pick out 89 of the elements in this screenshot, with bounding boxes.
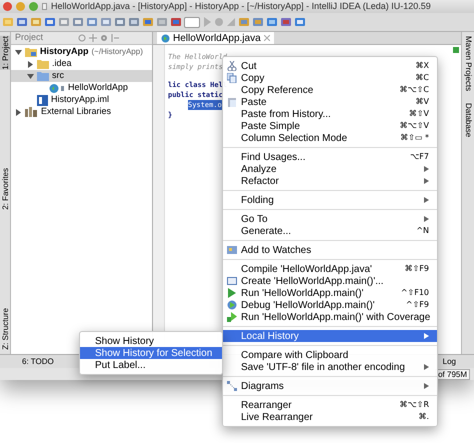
tool-window-tab[interactable]: 2: Favorites <box>0 168 10 210</box>
tree-item[interactable]: src <box>11 70 152 82</box>
tree-label: HistoryApp.iml <box>51 93 110 106</box>
tree-label: .idea <box>52 57 72 70</box>
todo-tab[interactable]: 6: TODO <box>22 356 54 368</box>
shortcut-label: ^⇧F10 <box>400 287 429 299</box>
document-icon <box>42 3 47 10</box>
run-config-dropdown[interactable] <box>184 16 200 28</box>
tree-label: src <box>52 69 64 82</box>
menu-item[interactable]: Run 'HelloWorldApp.main()' ^⇧F10 <box>223 287 437 299</box>
menu-item[interactable]: Diagrams <box>223 380 437 392</box>
menu-item[interactable]: Find Usages... ⌥F7 <box>223 151 437 163</box>
status-indicator-icon <box>453 47 459 53</box>
menu-item[interactable]: Create 'HelloWorldApp.main()'... <box>223 275 437 287</box>
event-log-tab[interactable]: Log <box>442 356 456 368</box>
tool-window-tab[interactable]: Z: Structure <box>0 308 10 350</box>
shortcut-label: ⌘V <box>416 96 429 108</box>
tool-window-tab[interactable]: Database <box>462 103 474 138</box>
class-icon <box>161 34 170 42</box>
menu-item[interactable]: Save 'UTF-8' file in another encoding <box>223 361 437 373</box>
shortcut-label: ⌥F7 <box>410 151 429 163</box>
menu-item[interactable]: Copy ⌘C <box>223 72 437 84</box>
menu-item[interactable]: Paste Simple ⌘⌥⇧V <box>223 120 437 132</box>
close-icon[interactable] <box>264 35 270 41</box>
menu-item[interactable]: Column Selection Mode ⌘⇧▭ * <box>223 132 437 144</box>
collapsed-arrow-icon[interactable] <box>15 108 22 116</box>
menu-item[interactable]: Cut ⌘X <box>223 60 437 72</box>
editor-tab[interactable]: HelloWorldApp.java <box>157 32 274 44</box>
module-folder-icon <box>25 47 37 57</box>
module-file-icon <box>37 94 48 106</box>
menu-item[interactable]: Go To <box>223 213 437 225</box>
tree-label: External Libraries <box>41 105 112 118</box>
gear-icon[interactable] <box>100 34 108 42</box>
menu-item[interactable]: Paste from History... ⌘⇧V <box>223 108 437 120</box>
memory-indicator: of 795M <box>435 368 470 380</box>
shortcut-label: ⌘⌥⇧R <box>400 399 429 411</box>
menu-item[interactable]: Generate... ^N <box>223 225 437 237</box>
menu-item[interactable]: Analyze <box>223 163 437 175</box>
plus-icon[interactable] <box>89 34 97 42</box>
tool-window-tab[interactable]: Maven Projects <box>462 36 474 92</box>
menu-item[interactable]: Put Label... <box>80 359 222 371</box>
tree-path: (~/HistoryApp) <box>92 46 143 58</box>
shortcut-label: ⌘C <box>415 72 429 84</box>
libraries-icon <box>25 107 38 117</box>
watch-icon <box>227 245 237 255</box>
menu-item[interactable]: Run 'HelloWorldApp.main()' with Coverage <box>223 311 437 323</box>
hide-icon[interactable] <box>111 34 119 42</box>
tree-item[interactable]: .idea <box>11 58 152 70</box>
menu-item[interactable]: Local History <box>223 330 437 342</box>
menu-item[interactable]: Show History <box>80 335 222 347</box>
tree-label: HelloWorldApp <box>68 81 128 94</box>
clipboard-icon <box>227 97 237 107</box>
window-title: HelloWorldApp.java - [HistoryApp] - HistoryApp - [~/HistoryApp] - IntelliJ IDEA (Leda) IU-120.59 <box>51 0 431 13</box>
shortcut-label: ^⇧F9 <box>406 299 429 311</box>
zoom-button[interactable] <box>29 2 38 11</box>
minimize-button[interactable] <box>16 2 25 11</box>
shortcut-label: ⌘⇧▭ * <box>400 132 429 144</box>
tree-label: HistoryApp <box>40 45 89 58</box>
play-icon[interactable] <box>202 17 212 27</box>
shortcut-label: ⌘. <box>418 411 429 423</box>
target-icon[interactable] <box>78 34 86 42</box>
menu-item[interactable]: Paste ⌘V <box>223 96 437 108</box>
menu-item[interactable]: Compare with Clipboard <box>223 349 437 361</box>
close-button[interactable] <box>3 2 12 11</box>
menu-item[interactable]: Compile 'HelloWorldApp.java' ⌘⇧F9 <box>223 263 437 275</box>
tree-item[interactable]: External Libraries <box>11 106 152 118</box>
shortcut-label: ^N <box>416 225 429 237</box>
tree-item[interactable]: HelloWorldApp <box>11 82 152 94</box>
shortcut-label: ⌘⇧F9 <box>404 263 429 275</box>
shortcut-label: ⌘X <box>416 60 429 72</box>
tree-item[interactable]: HistoryApp.iml <box>11 94 152 106</box>
expanded-arrow-icon[interactable] <box>27 72 34 80</box>
menu-item[interactable]: Live Rearranger ⌘. <box>223 411 437 423</box>
menu-item[interactable]: Debug 'HelloWorldApp.main()' ^⇧F9 <box>223 299 437 311</box>
shortcut-label: ⌘⌥⇧V <box>400 120 429 132</box>
diagram-icon <box>227 381 237 391</box>
tool-window-tab[interactable]: 1: Project <box>0 36 10 70</box>
tree-item[interactable]: HistoryApp (~/HistoryApp) <box>11 46 152 58</box>
expanded-arrow-icon[interactable] <box>15 48 22 56</box>
play-icon <box>227 288 237 298</box>
menu-item[interactable]: Refactor <box>223 175 437 187</box>
shortcut-label: ⌘⇧V <box>408 108 429 120</box>
menu-item[interactable]: Rearranger ⌘⌥⇧R <box>223 399 437 411</box>
menu-item[interactable]: Folding <box>223 194 437 206</box>
menu-item[interactable]: Add to Watches <box>223 244 437 256</box>
menu-item[interactable]: Show History for Selection <box>80 347 222 359</box>
shortcut-label: ⌘⌥⇧C <box>399 84 429 96</box>
collapsed-arrow-icon[interactable] <box>27 60 34 68</box>
class-icon <box>49 82 65 94</box>
